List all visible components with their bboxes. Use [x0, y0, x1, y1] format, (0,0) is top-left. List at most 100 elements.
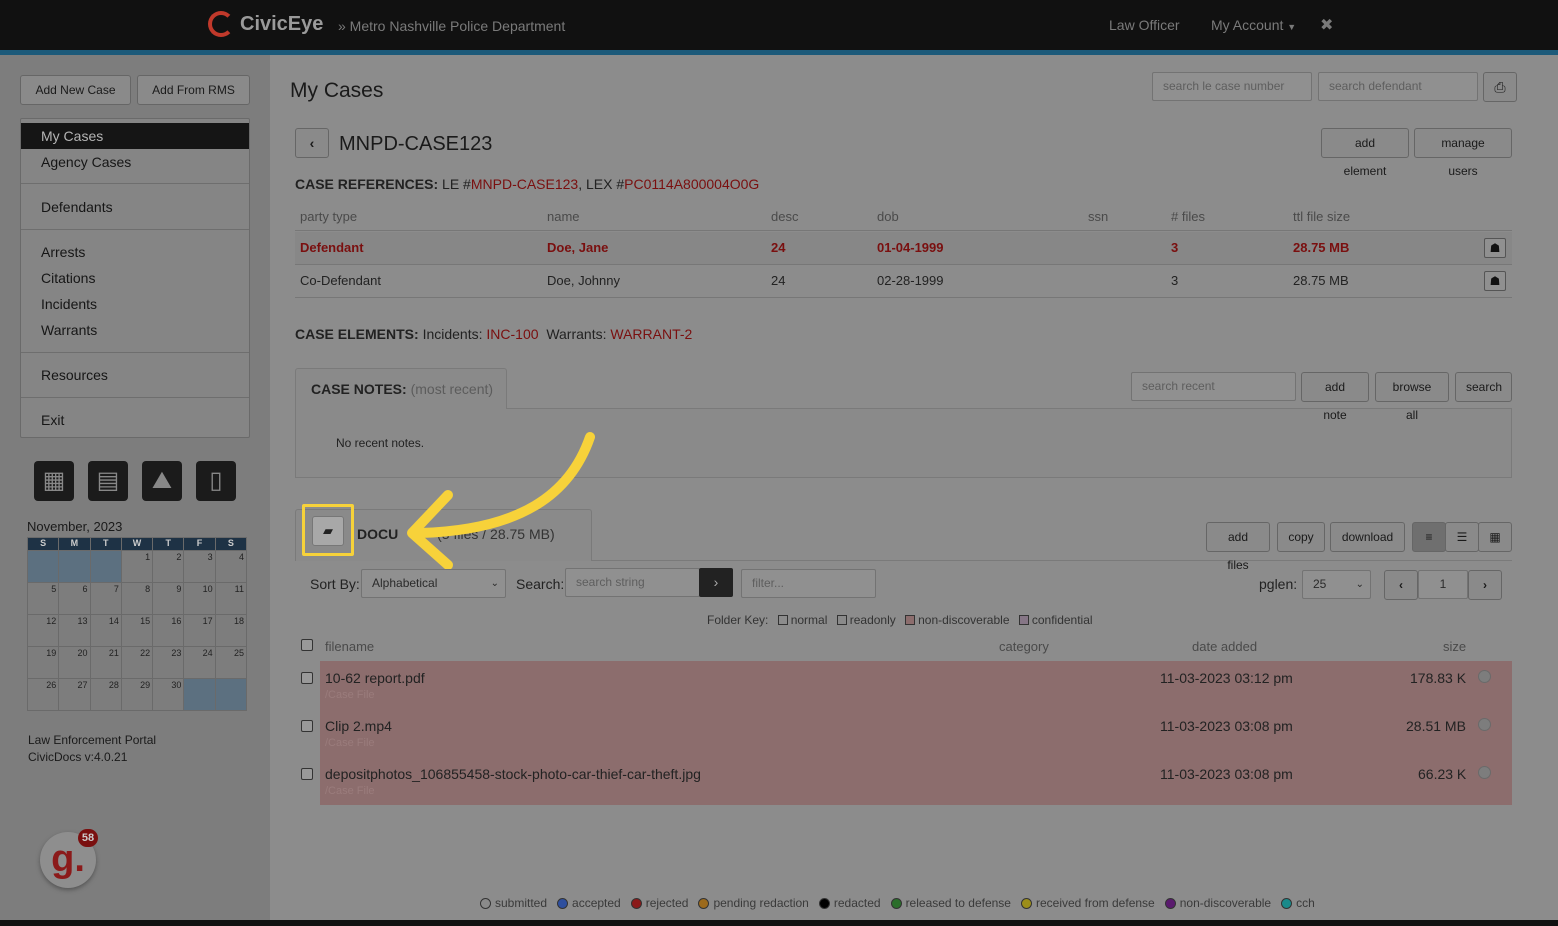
copy-button[interactable]: copy — [1277, 522, 1325, 552]
filter-input[interactable]: filter... — [741, 569, 876, 598]
calendar-day[interactable]: 25 — [214, 646, 248, 679]
calendar-day[interactable]: 11 — [214, 582, 248, 615]
file-row[interactable] — [320, 661, 1512, 709]
page-number-input[interactable]: 1 — [1418, 570, 1468, 599]
close-icon[interactable]: ✖ — [1320, 15, 1333, 35]
user-icon[interactable]: ☗ — [1484, 271, 1506, 291]
col-size[interactable]: size — [1443, 639, 1466, 654]
calendar-day[interactable]: 16 — [152, 614, 185, 647]
sidebar-item-my-cases[interactable]: My Cases — [41, 128, 103, 144]
col-category[interactable]: category — [999, 639, 1049, 654]
sidebar-item-incidents[interactable]: Incidents — [41, 296, 97, 312]
manage-users-button[interactable]: manage users — [1414, 128, 1512, 178]
calendar-day[interactable]: 4 — [214, 550, 248, 583]
legend-dot-icon — [480, 897, 491, 909]
civiceye-logo[interactable]: CivicEye — [208, 11, 323, 37]
file-name[interactable]: 10-62 report.pdf — [325, 670, 425, 686]
calendar-day[interactable]: 27 — [58, 678, 91, 711]
calendar-day[interactable]: 28 — [89, 678, 122, 711]
calendar-day[interactable]: 8 — [120, 582, 154, 615]
calendar-icon[interactable]: ▤ — [88, 461, 128, 501]
calendar-day[interactable]: 19 — [26, 646, 60, 679]
calendar-day[interactable]: 29 — [120, 678, 154, 711]
calendar-day[interactable]: 30 — [152, 678, 185, 711]
calendar-day[interactable]: 12 — [26, 614, 60, 647]
list-view-icon[interactable]: ≡ — [1412, 522, 1446, 552]
user-icon[interactable]: ☗ — [1484, 238, 1506, 258]
calendar-day[interactable]: 24 — [183, 646, 216, 679]
search-defendant-input[interactable]: search defendant — [1318, 72, 1478, 101]
col-date-added[interactable]: date added — [1192, 639, 1257, 654]
incident-link[interactable]: INC-100 — [486, 326, 538, 342]
calendar-day[interactable]: 20 — [58, 646, 91, 679]
file-checkbox[interactable] — [301, 720, 313, 732]
case-notes-heading: CASE NOTES: (most recent) — [311, 381, 493, 397]
search-recent-notes-input[interactable]: search recent — [1131, 372, 1296, 401]
lex-number-link[interactable]: PC0114A800004O0G — [624, 176, 759, 192]
calendar-day[interactable]: 18 — [214, 614, 248, 647]
add-files-button[interactable]: add files — [1206, 522, 1270, 572]
calendar-day[interactable]: 22 — [120, 646, 154, 679]
page-length-select[interactable]: 25 ⌄ — [1302, 570, 1371, 599]
sidebar-item-warrants[interactable]: Warrants — [41, 322, 97, 338]
party-name[interactable]: Doe, Johnny — [547, 273, 620, 288]
sidebar-item-arrests[interactable]: Arrests — [41, 244, 85, 260]
calendar-day[interactable]: 3 — [183, 550, 216, 583]
le-number-link[interactable]: MNPD-CASE123 — [471, 176, 578, 192]
download-button[interactable]: download — [1330, 522, 1405, 552]
calendar-day[interactable]: 5 — [26, 582, 60, 615]
calendar-day[interactable]: 13 — [58, 614, 91, 647]
file-checkbox[interactable] — [301, 768, 313, 780]
file-name[interactable]: depositphotos_106855458-stock-photo-car-… — [325, 766, 701, 782]
sidebar-item-exit[interactable]: Exit — [41, 412, 64, 428]
add-note-button[interactable]: add note — [1301, 372, 1369, 422]
calculator-icon[interactable]: ▦ — [34, 461, 74, 501]
sidebar-item-agency-cases[interactable]: Agency Cases — [41, 154, 131, 170]
file-name[interactable]: Clip 2.mp4 — [325, 718, 392, 734]
my-account-menu[interactable]: My Account ▼ — [1211, 17, 1296, 33]
party-name[interactable]: Doe, Jane — [547, 240, 608, 255]
folder-icon[interactable]: ▰ — [312, 516, 344, 546]
col-filename[interactable]: filename — [325, 639, 374, 654]
warrant-link[interactable]: WARRANT-2 — [610, 326, 692, 342]
file-size: 66.23 K — [1418, 766, 1467, 782]
calendar-day[interactable]: 15 — [120, 614, 154, 647]
calendar-day[interactable]: 21 — [89, 646, 122, 679]
add-from-rms-button[interactable]: Add From RMS — [137, 75, 250, 105]
search-go-icon[interactable]: › — [699, 568, 733, 597]
back-button[interactable]: ‹ — [295, 128, 329, 158]
search-string-input[interactable]: search string — [565, 568, 700, 597]
calendar-day[interactable]: 7 — [89, 582, 122, 615]
select-all-checkbox[interactable] — [301, 639, 313, 651]
calendar-day[interactable]: 17 — [183, 614, 216, 647]
prev-page-icon[interactable]: ‹ — [1384, 570, 1418, 600]
detail-view-icon[interactable]: ☰ — [1445, 522, 1479, 552]
calendar-day[interactable]: 2 — [152, 550, 185, 583]
map-icon[interactable]: ⛰ — [142, 461, 182, 501]
print-icon[interactable]: ⎙ — [1483, 72, 1517, 102]
sidebar-item-defendants[interactable]: Defendants — [41, 199, 113, 215]
search-notes-button[interactable]: search — [1455, 372, 1512, 402]
sort-by-select[interactable]: Alphabetical ⌄ — [361, 569, 506, 598]
calendar-day[interactable]: 1 — [120, 550, 154, 583]
calendar-day[interactable]: 14 — [89, 614, 122, 647]
search-case-number-input[interactable]: search le case number — [1152, 72, 1312, 101]
sidebar-item-citations[interactable]: Citations — [41, 270, 95, 286]
file-row[interactable] — [320, 709, 1512, 757]
add-new-case-button[interactable]: Add New Case — [20, 75, 131, 105]
add-element-button[interactable]: add element — [1321, 128, 1409, 178]
grid-view-icon[interactable]: ▦ — [1478, 522, 1512, 552]
calendar-day[interactable]: 9 — [152, 582, 185, 615]
party-dob: 01-04-1999 — [877, 240, 944, 255]
browse-all-button[interactable]: browse all — [1375, 372, 1449, 422]
sidebar-item-resources[interactable]: Resources — [41, 367, 108, 383]
book-icon[interactable]: ▯ — [196, 461, 236, 501]
next-page-icon[interactable]: › — [1468, 570, 1502, 600]
calendar-day[interactable]: 6 — [58, 582, 91, 615]
calendar-day[interactable]: 23 — [152, 646, 185, 679]
calendar-day[interactable]: 10 — [183, 582, 216, 615]
file-checkbox[interactable] — [301, 672, 313, 684]
pglen-label: pglen: — [1259, 576, 1298, 592]
calendar-day[interactable]: 26 — [26, 678, 60, 711]
law-officer-link[interactable]: Law Officer — [1109, 17, 1180, 33]
